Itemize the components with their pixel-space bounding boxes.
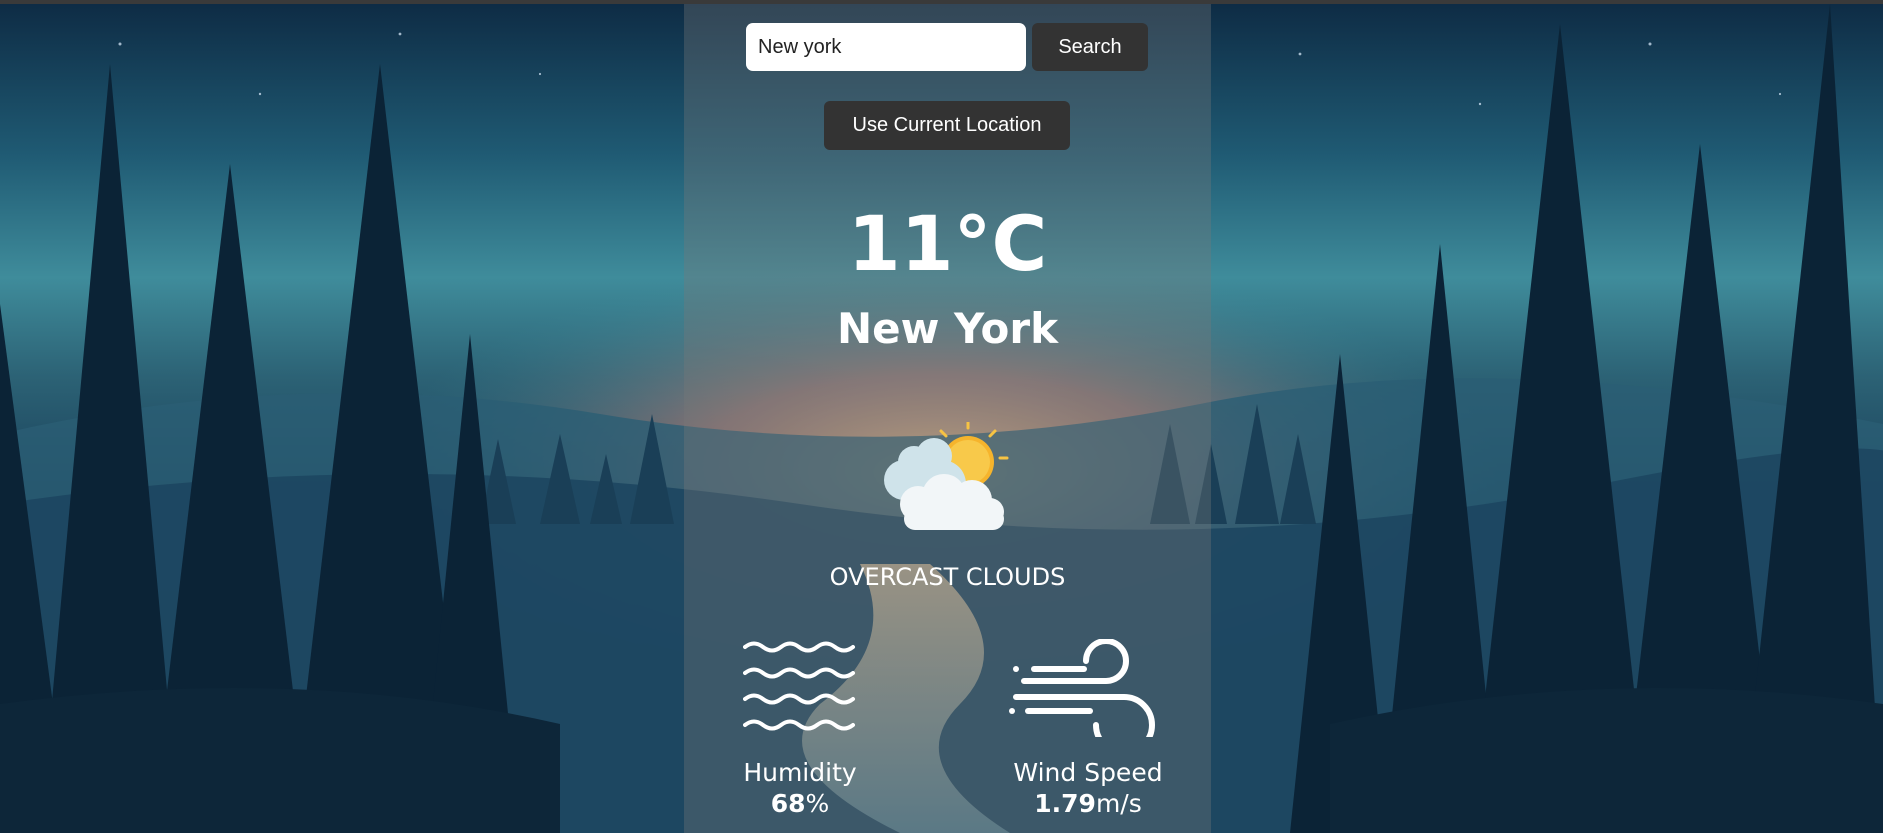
wind-speed-value: 1.79m/s [1034,789,1142,818]
wind-icon [1009,638,1155,756]
weather-card: Search Use Current Location 11°C New Yor… [684,4,1211,833]
city-name: New York [836,304,1059,353]
city-search-input[interactable] [746,23,1026,71]
search-bar: Search [746,23,1148,71]
wind-speed-stat: Wind Speed 1.79m/s [1006,638,1170,816]
search-button[interactable]: Search [1032,23,1148,71]
wind-speed-label: Wind Speed [1013,758,1163,787]
weather-description: OVERCAST CLOUDS [829,563,1066,591]
sun-behind-clouds-icon [882,420,1012,540]
use-current-location-button[interactable]: Use Current Location [824,101,1070,150]
humidity-stat: Humidity 68% [740,639,860,816]
temperature: 11°C [847,199,1048,288]
humidity-label: Humidity [743,758,857,787]
browser-top-border [0,0,1883,4]
humidity-value: 68% [770,789,830,818]
humidity-waves-icon [743,641,855,731]
